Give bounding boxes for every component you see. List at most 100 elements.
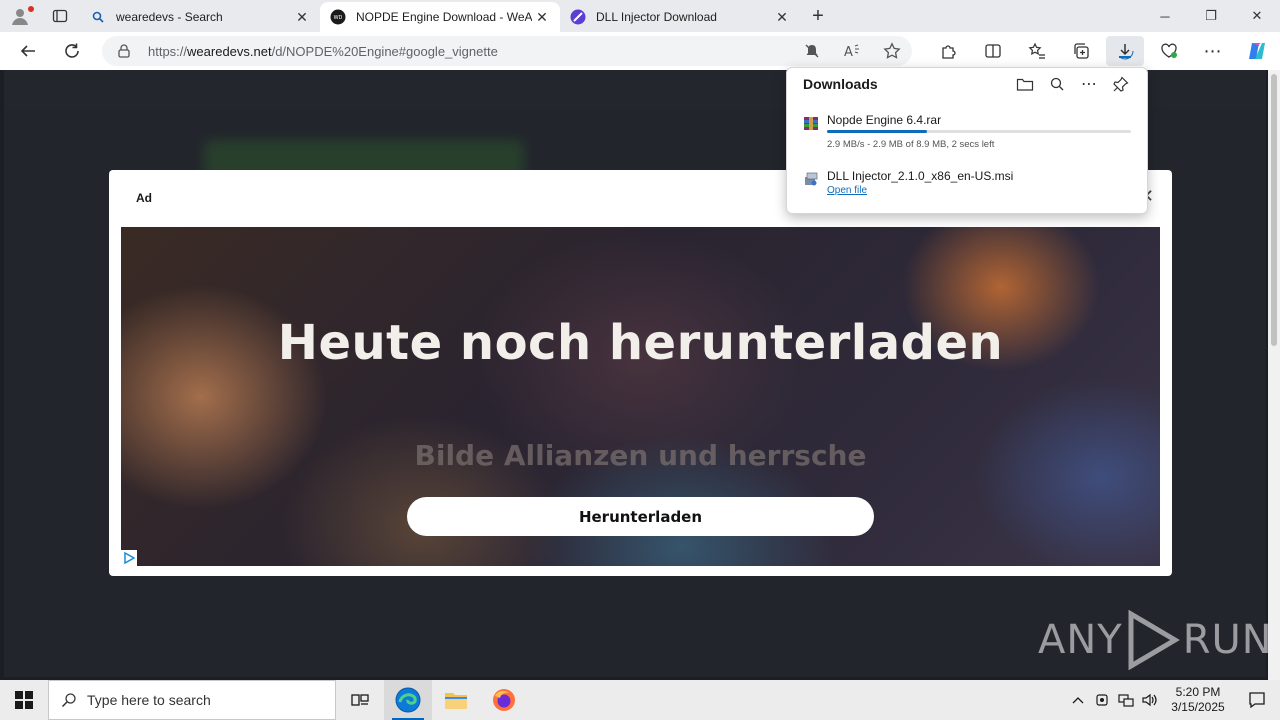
lock-icon[interactable] bbox=[116, 43, 132, 59]
rar-archive-icon bbox=[804, 117, 818, 130]
tab-actions-button[interactable] bbox=[40, 0, 80, 32]
svg-text:A: A bbox=[844, 45, 853, 59]
watermark-text-run: RUN bbox=[1182, 617, 1273, 663]
tab-dll-injector[interactable]: DLL Injector Download ✕ bbox=[560, 2, 800, 32]
search-icon bbox=[1050, 77, 1064, 91]
download-progress-bar bbox=[827, 130, 1131, 133]
ad-headline: Heute noch herunterladen bbox=[277, 315, 1004, 371]
windows-logo-icon bbox=[15, 691, 33, 709]
notification-icon bbox=[1249, 692, 1265, 709]
favorites-list-icon bbox=[1028, 42, 1045, 59]
browser-essentials-button[interactable] bbox=[1147, 32, 1191, 70]
clock-time: 5:20 PM bbox=[1175, 685, 1221, 699]
copilot-button[interactable] bbox=[1235, 32, 1279, 70]
tab-wearedevs-search[interactable]: wearedevs - Search ✕ bbox=[80, 2, 321, 32]
url-text[interactable]: https://wearedevs.net/d/NOPDE%20Engine#g… bbox=[148, 44, 498, 59]
tracking-prevention-icon[interactable] bbox=[792, 36, 832, 66]
collections-button[interactable] bbox=[1059, 32, 1103, 70]
taskbar-firefox-app[interactable] bbox=[480, 680, 528, 720]
downloads-title: Downloads bbox=[803, 76, 878, 92]
refresh-icon bbox=[65, 43, 79, 58]
ad-vignette-modal: Ad ✕ Heute noch herunterladen Bilde Alli… bbox=[109, 170, 1172, 576]
download-filename[interactable]: DLL Injector_2.1.0_x86_en-US.msi bbox=[827, 169, 1013, 183]
plus-icon: + bbox=[812, 4, 824, 27]
close-tab-icon[interactable]: ✕ bbox=[532, 9, 552, 26]
search-icon bbox=[61, 693, 76, 708]
tab-title: wearedevs - Search bbox=[116, 10, 223, 24]
task-view-button[interactable] bbox=[336, 680, 384, 720]
tab-title: NOPDE Engine Download - WeAreDevs bbox=[356, 10, 532, 24]
msi-installer-icon bbox=[805, 172, 818, 186]
search-downloads-button[interactable] bbox=[1041, 72, 1073, 96]
close-tab-icon[interactable]: ✕ bbox=[772, 9, 792, 26]
ad-subline: Bilde Allianzen und herrsche bbox=[414, 439, 867, 472]
site-favicon-icon bbox=[570, 9, 586, 25]
read-aloud-icon[interactable]: A bbox=[832, 36, 872, 66]
favorite-star-icon[interactable] bbox=[872, 36, 912, 66]
tab-strip: wearedevs - Search ✕ WD NOPDE Engine Dow… bbox=[0, 0, 1280, 32]
downloads-button[interactable] bbox=[1106, 36, 1144, 66]
firefox-icon bbox=[493, 689, 515, 711]
adchoices-icon[interactable] bbox=[121, 550, 137, 566]
play-logo-icon bbox=[1128, 610, 1180, 670]
tab-title: DLL Injector Download bbox=[596, 10, 717, 24]
profile-button[interactable] bbox=[0, 0, 40, 32]
start-button[interactable] bbox=[0, 680, 48, 720]
tray-app-icon[interactable] bbox=[1090, 680, 1114, 720]
network-icon[interactable] bbox=[1114, 680, 1138, 720]
extensions-button[interactable] bbox=[927, 32, 971, 70]
refresh-button[interactable] bbox=[52, 32, 92, 70]
windows-taskbar: Type here to search 5:20 PM 3/15/2025 bbox=[0, 680, 1280, 720]
pin-panel-button[interactable] bbox=[1105, 72, 1137, 96]
ad-download-button[interactable]: Herunterladen bbox=[407, 497, 874, 536]
scrollbar-thumb[interactable] bbox=[1271, 74, 1277, 346]
window-controls: ─ ❐ ✕ bbox=[1142, 0, 1280, 32]
search-placeholder: Type here to search bbox=[87, 692, 211, 708]
volume-icon[interactable] bbox=[1138, 680, 1162, 720]
tab-actions-icon bbox=[52, 9, 68, 23]
browser-toolbar: https://wearedevs.net/d/NOPDE%20Engine#g… bbox=[0, 32, 1280, 70]
new-tab-button[interactable]: + bbox=[800, 1, 836, 31]
more-options-button[interactable]: ⋯ bbox=[1073, 72, 1105, 96]
collections-icon bbox=[1074, 43, 1089, 59]
clock-date: 3/15/2025 bbox=[1171, 700, 1225, 714]
download-filename[interactable]: Nopde Engine 6.4.rar bbox=[827, 113, 941, 127]
folder-icon bbox=[445, 693, 467, 709]
pin-icon bbox=[1113, 76, 1129, 92]
profile-alert-dot bbox=[28, 6, 34, 12]
close-tab-icon[interactable]: ✕ bbox=[292, 9, 312, 26]
notifications-button[interactable] bbox=[1234, 680, 1280, 720]
close-window-button[interactable]: ✕ bbox=[1234, 0, 1280, 32]
split-screen-button[interactable] bbox=[971, 32, 1015, 70]
ad-banner[interactable]: Heute noch herunterladen Bilde Allianzen… bbox=[121, 227, 1160, 566]
minimize-button[interactable]: ─ bbox=[1142, 0, 1188, 32]
taskbar-search-box[interactable]: Type here to search bbox=[48, 680, 336, 720]
back-button[interactable] bbox=[8, 32, 48, 70]
ad-label: Ad bbox=[136, 191, 152, 205]
anyrun-watermark: ANY RUN bbox=[1038, 608, 1273, 672]
settings-more-button[interactable]: ⋯ bbox=[1191, 32, 1235, 70]
open-folder-button[interactable] bbox=[1009, 72, 1041, 96]
taskbar-file-explorer-app[interactable] bbox=[432, 680, 480, 720]
task-view-icon bbox=[351, 694, 369, 706]
search-icon bbox=[90, 9, 106, 25]
tab-nopde-engine[interactable]: WD NOPDE Engine Download - WeAreDevs ✕ bbox=[320, 2, 560, 32]
restore-button[interactable]: ❐ bbox=[1188, 0, 1234, 32]
page-scrollbar[interactable] bbox=[1268, 70, 1280, 680]
site-favicon-icon: WD bbox=[330, 9, 346, 25]
open-file-link[interactable]: Open file bbox=[827, 185, 867, 196]
folder-icon bbox=[1016, 78, 1034, 91]
download-progress-fill bbox=[827, 130, 928, 133]
profile-icon bbox=[12, 9, 28, 25]
split-screen-icon bbox=[985, 44, 1001, 58]
taskbar-clock[interactable]: 5:20 PM 3/15/2025 bbox=[1162, 685, 1234, 715]
favorites-button[interactable] bbox=[1015, 32, 1059, 70]
heartbeat-icon bbox=[1161, 43, 1177, 58]
tray-overflow-chevron-icon[interactable] bbox=[1066, 680, 1090, 720]
address-bar[interactable]: https://wearedevs.net/d/NOPDE%20Engine#g… bbox=[102, 36, 912, 66]
download-icon bbox=[1116, 42, 1134, 60]
taskbar-edge-app[interactable] bbox=[384, 680, 432, 720]
more-dots-icon: ⋯ bbox=[1203, 40, 1223, 61]
copilot-icon bbox=[1249, 43, 1265, 59]
svg-text:WD: WD bbox=[334, 15, 343, 21]
